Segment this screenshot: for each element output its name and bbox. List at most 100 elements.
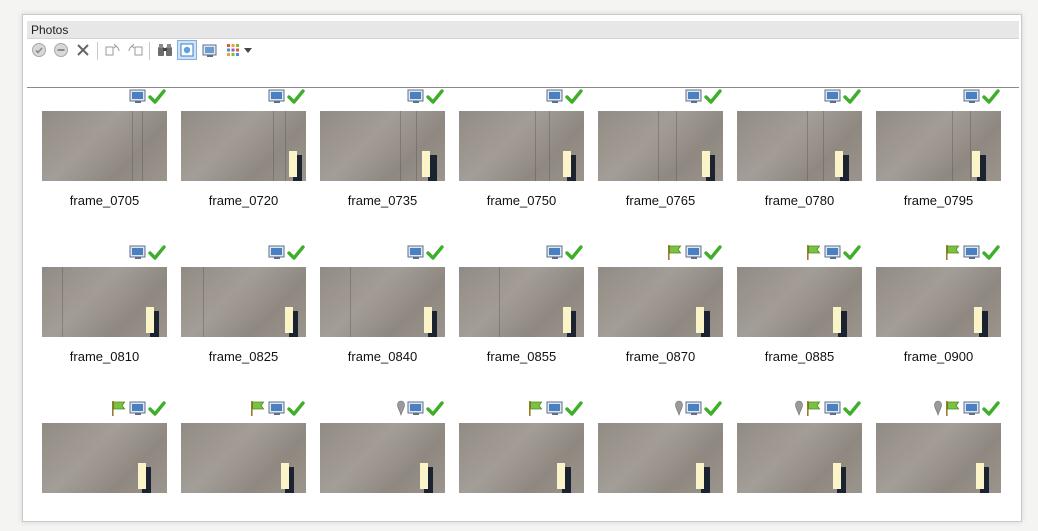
photo-status-badges [407, 245, 444, 265]
photo-label: frame_0900 [903, 349, 974, 364]
photo-item[interactable] [459, 401, 585, 531]
photo-thumbnail[interactable] [181, 267, 306, 337]
photo-status-badges [249, 401, 305, 421]
photo-status-badges [685, 89, 722, 109]
camera-icon [129, 88, 147, 109]
photo-item[interactable]: frame_0825 [181, 245, 307, 375]
photo-item[interactable]: frame_0855 [459, 245, 585, 375]
check-icon [843, 88, 861, 109]
camera-icon [407, 400, 425, 421]
camera-icon [963, 88, 981, 109]
photo-item[interactable]: frame_0750 [459, 89, 585, 219]
camera-icon [824, 88, 842, 109]
photo-status-badges [546, 89, 583, 109]
photo-status-badges [944, 245, 1000, 265]
photo-item[interactable] [181, 401, 307, 531]
pin-icon [794, 400, 804, 421]
photo-label: frame_0870 [625, 349, 696, 364]
check-icon [565, 400, 583, 421]
photo-item[interactable]: frame_0900 [876, 245, 1002, 375]
photo-status-badges [407, 89, 444, 109]
check-icon [565, 88, 583, 109]
photo-status-badges [933, 400, 1000, 421]
photo-thumbnail[interactable] [181, 111, 306, 181]
photo-thumbnail[interactable] [320, 111, 445, 181]
camera-icon [685, 400, 703, 421]
check-icon [843, 244, 861, 265]
check-icon [426, 400, 444, 421]
photo-item[interactable]: frame_0705 [42, 89, 168, 219]
photo-thumbnail[interactable] [459, 111, 584, 181]
camera-icon [268, 244, 286, 265]
check-icon [426, 244, 444, 265]
photo-thumbnail[interactable] [42, 111, 167, 181]
photo-thumbnail[interactable] [320, 267, 445, 337]
camera-icon [129, 244, 147, 265]
flag-icon [666, 244, 684, 265]
photo-thumbnail[interactable] [876, 267, 1001, 337]
photo-status-badges [396, 400, 444, 421]
photo-thumbnail[interactable] [459, 267, 584, 337]
photo-thumbnail[interactable] [459, 423, 584, 493]
photo-label: frame_0885 [764, 349, 835, 364]
flag-icon [249, 400, 267, 421]
photo-status-badges [527, 401, 583, 421]
photo-item[interactable]: frame_0795 [876, 89, 1002, 219]
photo-status-badges [268, 245, 305, 265]
photo-label: frame_0825 [208, 349, 279, 364]
check-icon [704, 88, 722, 109]
camera-icon [268, 400, 286, 421]
photo-thumbnail[interactable] [598, 423, 723, 493]
camera-icon [407, 88, 425, 109]
photo-thumbnail[interactable] [737, 111, 862, 181]
photo-thumbnail[interactable] [181, 423, 306, 493]
camera-icon [268, 88, 286, 109]
photo-item[interactable]: frame_0840 [320, 245, 446, 375]
flag-icon [944, 244, 962, 265]
photo-item[interactable] [320, 400, 446, 531]
camera-icon [685, 244, 703, 265]
photo-label: frame_0750 [486, 193, 557, 208]
flag-icon [110, 400, 128, 421]
camera-icon [129, 400, 147, 421]
photo-thumbnail[interactable] [320, 423, 445, 493]
flag-icon [805, 400, 823, 421]
photo-label: frame_0840 [347, 349, 418, 364]
camera-icon [407, 244, 425, 265]
photo-item[interactable]: frame_0765 [598, 89, 724, 219]
check-icon [148, 400, 166, 421]
photo-thumbnail[interactable] [876, 111, 1001, 181]
photo-item[interactable]: frame_0885 [737, 245, 863, 375]
camera-icon [546, 88, 564, 109]
photo-item[interactable] [42, 401, 168, 531]
pin-icon [396, 400, 406, 421]
camera-icon [963, 400, 981, 421]
photo-label: frame_0795 [903, 193, 974, 208]
photo-thumbnail[interactable] [42, 267, 167, 337]
photo-status-badges [129, 245, 166, 265]
photo-thumbnail[interactable] [876, 423, 1001, 493]
photo-label: frame_0765 [625, 193, 696, 208]
flag-icon [805, 244, 823, 265]
check-icon [704, 244, 722, 265]
photo-item[interactable]: frame_0720 [181, 89, 307, 219]
photo-thumbnail[interactable] [737, 267, 862, 337]
photo-item[interactable] [876, 400, 1002, 531]
photo-item[interactable]: frame_0780 [737, 89, 863, 219]
photo-item[interactable] [737, 400, 863, 531]
check-icon [704, 400, 722, 421]
photo-item[interactable]: frame_0810 [42, 245, 168, 375]
photo-thumbnail[interactable] [598, 267, 723, 337]
check-icon [982, 400, 1000, 421]
photo-thumbnail[interactable] [42, 423, 167, 493]
photo-thumbnail[interactable] [598, 111, 723, 181]
photo-status-badges [794, 400, 861, 421]
photo-thumbnail[interactable] [737, 423, 862, 493]
photo-label: frame_0720 [208, 193, 279, 208]
photo-item[interactable] [598, 400, 724, 531]
camera-icon [685, 88, 703, 109]
photo-item[interactable]: frame_0870 [598, 245, 724, 375]
photo-label: frame_0780 [764, 193, 835, 208]
check-icon [287, 88, 305, 109]
photo-item[interactable]: frame_0735 [320, 89, 446, 219]
